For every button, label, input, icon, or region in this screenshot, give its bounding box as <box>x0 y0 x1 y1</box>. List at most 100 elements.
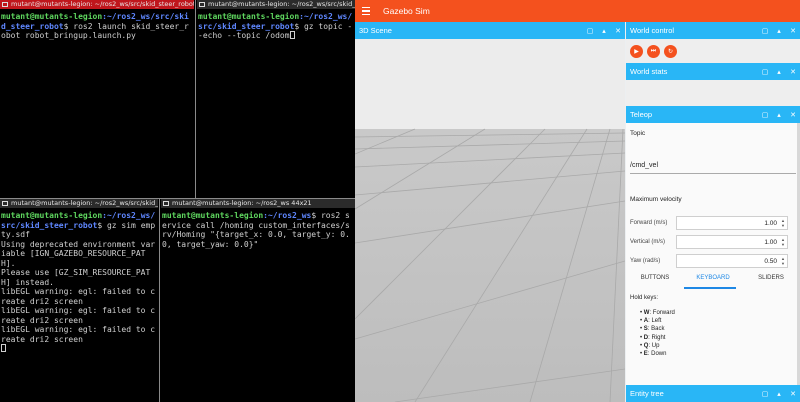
terminal-bottom-right[interactable]: mutant@mutants-legion: ~/ros2_ws 44x21 m… <box>161 199 355 402</box>
prompt-path: :~/ros2_ws <box>263 211 312 220</box>
terminal-title-bar[interactable]: mutant@mutants-legion: ~/ros2_ws/src/ski… <box>0 199 158 208</box>
forward-spinbox[interactable]: 1.00 ▲ ▼ <box>676 216 788 230</box>
terminal-top-left[interactable]: mutant@mutants-legion: ~/ros2_ws/src/ski… <box>0 0 194 198</box>
play-button[interactable]: ▶ <box>630 44 643 58</box>
forward-label: Forward (m/s) <box>630 220 668 226</box>
collapse-button[interactable]: ▴ <box>772 111 786 119</box>
terminal-title-bar[interactable]: mutant@mutants-legion: ~/ros2_ws 44x21 <box>161 199 355 208</box>
yaw-spinbox[interactable]: 0.50 ▲ ▼ <box>676 254 788 268</box>
spin-arrows-icon[interactable]: ▲ ▼ <box>781 218 785 228</box>
close-button[interactable]: ✕ <box>786 390 800 398</box>
prompt-user: mutant@mutants-legion <box>1 211 103 220</box>
world-control-body: ▶ ⏭ ↻ <box>626 39 800 63</box>
terminal-title: mutant@mutants-legion: ~/ros2_ws/src/ski… <box>208 0 355 8</box>
dock-button[interactable]: ▢ <box>758 27 772 35</box>
collapse-button[interactable]: ▴ <box>772 390 786 398</box>
terminal-title-bar[interactable]: mutant@mutants-legion: ~/ros2_ws/src/ski… <box>197 0 355 9</box>
hold-keys-label: Hold keys: <box>630 295 659 301</box>
vertical-spinbox[interactable]: 1.00 ▲ ▼ <box>676 235 788 249</box>
reset-button[interactable]: ↻ <box>664 44 677 58</box>
list-item: • E: Down <box>640 351 667 358</box>
pane-divider[interactable] <box>0 198 355 199</box>
dock-button[interactable]: ▢ <box>758 390 772 398</box>
3d-viewport[interactable] <box>355 39 625 402</box>
teleop-title: Teleop <box>630 110 653 119</box>
scene-title: 3D Scene <box>359 26 392 35</box>
terminal-cursor <box>289 31 295 39</box>
active-tab-indicator <box>684 287 736 289</box>
scene-panel-header: 3D Scene ▢ ▴ ✕ <box>355 22 625 39</box>
collapse-button[interactable]: ▴ <box>597 27 611 35</box>
key-list: • W: Forward • A: Left • S: Back • D: Ri… <box>640 309 675 358</box>
world-control-title: World control <box>630 26 675 35</box>
tab-sliders[interactable]: SLIDERS <box>742 271 800 285</box>
app-title: Gazebo Sim <box>383 6 430 16</box>
close-button[interactable]: ✕ <box>786 27 800 35</box>
terminal-title: mutant@mutants-legion: ~/ros2_ws/src/ski… <box>11 199 158 207</box>
terminal-output[interactable]: mutant@mutants-legion:~/ros2_ws/src/skid… <box>197 9 355 41</box>
world-stats-title: World stats <box>630 67 668 76</box>
terminal-title-bar[interactable]: mutant@mutants-legion: ~/ros2_ws/src/ski… <box>0 0 194 9</box>
entity-tree-panel: Entity tree ▢ ▴ ✕ <box>626 385 800 402</box>
teleop-body: Topic /cmd_vel Maximum velocity Forward … <box>626 123 800 387</box>
teleop-tabs: BUTTONS KEYBOARD SLIDERS <box>626 271 800 285</box>
terminal-title: mutant@mutants-legion: ~/ros2_ws 44x21 <box>172 199 312 207</box>
close-button[interactable]: ✕ <box>786 111 800 119</box>
entity-tree-header: Entity tree ▢ ▴ ✕ <box>626 385 800 402</box>
terminal-icon <box>2 201 8 206</box>
yaw-label: Yaw (rad/s) <box>630 258 661 264</box>
yaw-value: 0.50 <box>764 257 777 265</box>
tab-keyboard[interactable]: KEYBOARD <box>684 271 742 285</box>
ground-grid <box>355 39 625 402</box>
prompt-user: mutant@mutants-legion <box>198 12 300 21</box>
list-item: • D: Right <box>640 334 666 341</box>
close-button[interactable]: ✕ <box>611 27 625 35</box>
terminal-bottom-left[interactable]: mutant@mutants-legion: ~/ros2_ws/src/ski… <box>0 199 158 402</box>
terminal-icon <box>199 2 205 7</box>
step-button[interactable]: ⏭ <box>647 44 660 58</box>
terminal-icon <box>2 2 8 7</box>
terminal-title: mutant@mutants-legion: ~/ros2_ws/src/ski… <box>11 0 194 8</box>
prompt-user: mutant@mutants-legion <box>162 211 264 220</box>
dock-button[interactable]: ▢ <box>583 27 597 35</box>
spin-arrows-icon[interactable]: ▲ ▼ <box>781 256 785 266</box>
scene-panel: 3D Scene ▢ ▴ ✕ <box>355 22 625 402</box>
menu-icon[interactable] <box>355 7 377 15</box>
right-panel-column: World control ▢ ▴ ✕ ▶ ⏭ ↻ World stats ▢ … <box>626 22 800 402</box>
vertical-label: Vertical (m/s) <box>630 239 666 245</box>
collapse-button[interactable]: ▴ <box>772 68 786 76</box>
world-stats-body <box>626 80 800 106</box>
world-stats-header: World stats ▢ ▴ ✕ <box>626 63 800 80</box>
spin-arrows-icon[interactable]: ▲ ▼ <box>781 237 785 247</box>
list-item: • W: Forward <box>640 310 675 316</box>
terminal-output[interactable]: mutant@mutants-legion:~/ros2_ws/src/skid… <box>0 9 194 41</box>
terminal-output[interactable]: mutant@mutants-legion:~/ros2_ws/src/skid… <box>0 208 158 354</box>
close-button[interactable]: ✕ <box>786 68 800 76</box>
topic-input[interactable]: /cmd_vel <box>630 162 658 169</box>
terminal-cursor <box>1 344 6 352</box>
dock-button[interactable]: ▢ <box>758 68 772 76</box>
pane-divider[interactable] <box>159 199 160 402</box>
topic-label: Topic <box>630 130 646 137</box>
vertical-value: 1.00 <box>764 238 777 246</box>
gazebo-window: Gazebo Sim 3D Scene ▢ ▴ ✕ World control … <box>355 0 800 402</box>
entity-tree-title: Entity tree <box>630 389 664 398</box>
terminal-top-right[interactable]: mutant@mutants-legion: ~/ros2_ws/src/ski… <box>197 0 355 198</box>
tab-buttons[interactable]: BUTTONS <box>626 271 684 285</box>
prompt-user: mutant@mutants-legion <box>1 12 103 21</box>
terminal-output[interactable]: mutant@mutants-legion:~/ros2_ws$ ros2 se… <box>161 208 355 249</box>
gazebo-title-bar: Gazebo Sim <box>355 0 800 22</box>
terminal-icon <box>163 201 169 206</box>
command-output: Using deprecated environment variable [I… <box>1 239 156 344</box>
max-velocity-label: Maximum velocity <box>630 196 682 203</box>
forward-value: 1.00 <box>764 219 777 227</box>
world-control-header: World control ▢ ▴ ✕ <box>626 22 800 39</box>
list-item: • S: Back <box>640 326 665 333</box>
dock-button[interactable]: ▢ <box>758 111 772 119</box>
teleop-header: Teleop ▢ ▴ ✕ <box>626 106 800 123</box>
pane-divider[interactable] <box>195 0 196 198</box>
list-item: • A: Left <box>640 318 662 325</box>
list-item: • Q: Up <box>640 342 660 349</box>
collapse-button[interactable]: ▴ <box>772 27 786 35</box>
topic-input-underline <box>630 173 796 174</box>
